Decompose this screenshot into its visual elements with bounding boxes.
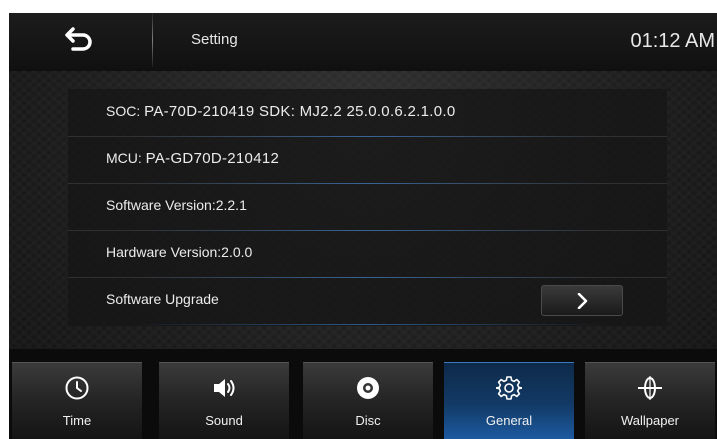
back-arrow-icon [65, 27, 92, 51]
chevron-right-icon [577, 293, 588, 309]
tab-general[interactable]: General [444, 362, 574, 439]
disc-icon [357, 377, 379, 399]
software-version-label: Software Version:2.2.1 [106, 197, 247, 213]
tab-time[interactable]: Time [12, 362, 142, 439]
mcu-info-row: MCU: PA-GD70D-210412 [68, 136, 667, 184]
soc-label: SOC: [106, 103, 141, 119]
bottom-tab-bar: Time Sound Disc General Wallpaper [9, 349, 717, 439]
gear-icon [496, 376, 522, 400]
tab-disc-label: Disc [355, 413, 381, 428]
soc-info-row: SOC: PA-70D-210419 SDK: MJ2.2 25.0.0.6.2… [68, 89, 667, 137]
back-button[interactable] [39, 21, 119, 61]
software-version-row: Software Version:2.2.1 [68, 183, 667, 231]
clock: 01:12 AM [630, 30, 715, 52]
mcu-value: PA-GD70D-210412 [145, 150, 280, 167]
mcu-label: MCU: [106, 150, 142, 166]
clock-icon [65, 376, 89, 400]
tab-sound[interactable]: Sound [159, 362, 289, 439]
tab-time-label: Time [62, 413, 92, 428]
speaker-icon [214, 379, 235, 397]
software-upgrade-button[interactable] [541, 285, 623, 316]
wallpaper-icon [638, 376, 662, 400]
header-divider [152, 13, 153, 67]
soc-value: PA-70D-210419 SDK: MJ2.2 25.0.0.6.2.1.0.… [144, 103, 456, 120]
tab-general-label: General [485, 413, 533, 428]
settings-panel: SOC: PA-70D-210419 SDK: MJ2.2 25.0.0.6.2… [68, 89, 667, 326]
tab-disc[interactable]: Disc [303, 362, 433, 439]
hardware-version-label: Hardware Version:2.0.0 [106, 244, 253, 260]
tab-sound-label: Sound [205, 413, 243, 428]
header-bar: Setting 01:12 AM [9, 13, 717, 71]
hardware-version-row: Hardware Version:2.0.0 [68, 230, 667, 278]
tab-wallpaper-label: Wallpaper [620, 413, 680, 428]
head-unit-screen: Setting 01:12 AM SOC: PA-70D-210419 SDK:… [9, 13, 717, 439]
software-upgrade-row[interactable]: Software Upgrade [68, 277, 667, 325]
page-title: Setting [191, 31, 238, 48]
software-upgrade-label: Software Upgrade [106, 291, 219, 307]
tab-wallpaper[interactable]: Wallpaper [585, 362, 715, 439]
